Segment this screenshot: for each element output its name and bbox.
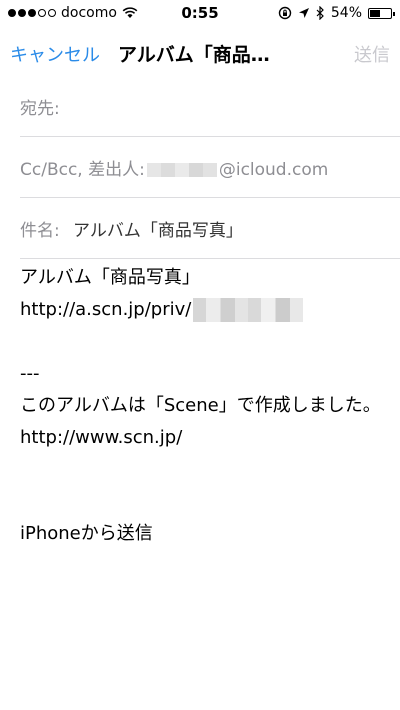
- redacted-email-user: [146, 163, 217, 177]
- message-body[interactable]: アルバム「商品写真」 http://a.scn.jp/priv/ --- このア…: [20, 262, 390, 550]
- subject-label: 件名:: [20, 221, 60, 241]
- status-right: 54%: [278, 5, 395, 21]
- location-icon: [298, 8, 309, 18]
- body-line-title: アルバム「商品写真」: [20, 267, 200, 288]
- battery-icon: [368, 7, 395, 19]
- bluetooth-icon: [316, 6, 324, 20]
- status-bar: docomo 0:55 54%: [0, 0, 400, 28]
- body-made-with: このアルバムは「Scene」で作成しました。: [20, 395, 381, 416]
- rotation-lock-icon: [278, 6, 292, 20]
- body-signature: iPhoneから送信: [20, 523, 153, 544]
- cc-label-text: Cc/Bcc, 差出人:: [20, 160, 145, 180]
- battery-percent: 54%: [330, 5, 362, 21]
- nav-bar: キャンセル アルバム「商品… 送信: [0, 28, 400, 76]
- cancel-button[interactable]: キャンセル: [10, 41, 100, 67]
- body-line-url[interactable]: http://a.scn.jp/priv/: [20, 294, 390, 326]
- cc-bcc-from-label: Cc/Bcc, 差出人: @icloud.com: [20, 155, 328, 180]
- body-site-url[interactable]: http://www.scn.jp/: [20, 422, 390, 454]
- cc-bcc-from-field[interactable]: Cc/Bcc, 差出人: @icloud.com: [20, 137, 400, 198]
- cc-domain-text: @icloud.com: [218, 160, 329, 180]
- subject-field[interactable]: 件名: アルバム「商品写真」: [20, 198, 400, 259]
- album-url-prefix: http://a.scn.jp/priv/: [20, 299, 192, 320]
- subject-value: アルバム「商品写真」: [73, 221, 243, 241]
- to-label: 宛先:: [20, 99, 60, 119]
- redacted-url-path: [193, 298, 304, 322]
- body-separator: ---: [20, 363, 40, 384]
- page-title: アルバム「商品…: [118, 44, 270, 66]
- send-button[interactable]: 送信: [354, 41, 390, 67]
- to-field[interactable]: 宛先:: [20, 76, 400, 137]
